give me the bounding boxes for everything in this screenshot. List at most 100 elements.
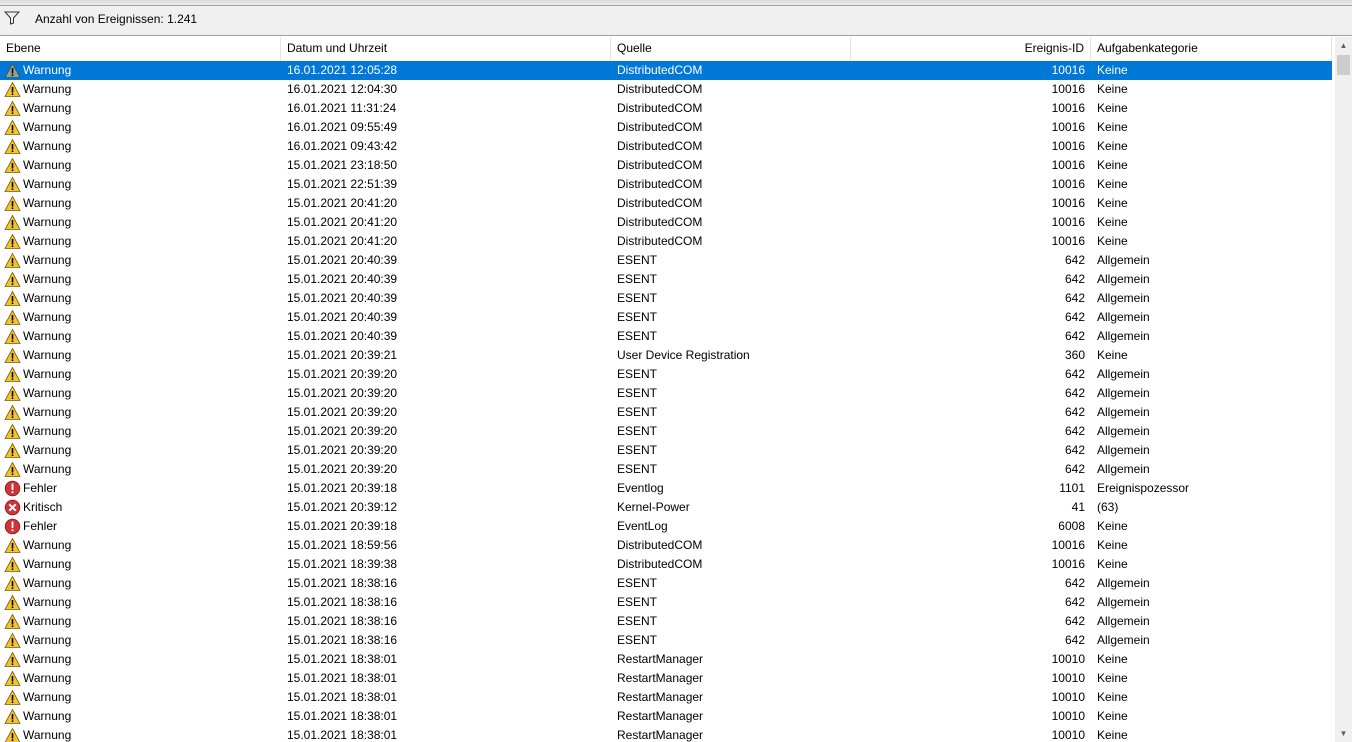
table-row[interactable]: Warnung 15.01.2021 20:39:20 ESENT 642 Allgem… [0,403,1332,422]
event-id-cell: 10016 [1051,63,1085,77]
datetime-cell: 15.01.2021 20:41:20 [287,196,398,210]
table-row[interactable]: Warnung 15.01.2021 18:38:01 RestartManager… [0,650,1332,669]
warning-icon [4,328,21,345]
source-cell: ESENT [617,614,658,628]
column-header-datetime[interactable]: Datum und Uhrzeit [281,37,611,60]
source-cell: ESENT [617,329,658,343]
category-cell: Keine [1097,196,1128,210]
category-cell: Allgemein [1097,576,1150,590]
table-row[interactable]: Warnung 15.01.2021 18:38:16 ESENT 642 Allgem… [0,574,1332,593]
table-row[interactable]: Warnung 15.01.2021 20:40:39 ESENT 642 Allgem… [0,327,1332,346]
level-cell: Warnung [23,709,72,723]
table-row[interactable]: Warnung 15.01.2021 20:39:20 ESENT 642 Allgem… [0,422,1332,441]
source-cell: Kernel-Power [617,500,690,514]
table-row[interactable]: Warnung 16.01.2021 12:04:30 DistributedCOM… [0,80,1332,99]
table-row[interactable]: Warnung 15.01.2021 18:38:01 RestartManager… [0,707,1332,726]
table-row[interactable]: Warnung 15.01.2021 22:51:39 DistributedCOM… [0,175,1332,194]
table-row[interactable]: Kritisch 15.01.2021 20:39:12 Kernel-Power 4… [0,498,1332,517]
table-row[interactable]: Warnung 15.01.2021 20:41:20 DistributedCOM… [0,232,1332,251]
event-id-cell: 10010 [1051,671,1085,685]
event-rows: Warnung 16.01.2021 12:05:28 DistributedCOM… [0,61,1332,742]
warning-icon [4,727,21,742]
category-cell: Allgemein [1097,595,1150,609]
event-id-cell: 1101 [1059,481,1085,495]
table-row[interactable]: Warnung 15.01.2021 18:38:01 RestartManager… [0,726,1332,742]
datetime-cell: 15.01.2021 20:39:20 [287,424,398,438]
event-id-cell: 41 [1071,500,1085,514]
table-row[interactable]: Warnung 16.01.2021 09:43:42 DistributedCOM… [0,137,1332,156]
source-cell: RestartManager [617,652,704,666]
source-cell: RestartManager [617,690,704,704]
table-row[interactable]: Warnung 15.01.2021 18:39:38 DistributedCOM… [0,555,1332,574]
scroll-up-arrow-icon[interactable]: ▲ [1335,37,1352,54]
table-row[interactable]: Warnung 15.01.2021 20:39:20 ESENT 642 Allgem… [0,460,1332,479]
datetime-cell: 15.01.2021 18:38:01 [287,652,398,666]
category-cell: Keine [1097,82,1128,96]
table-row[interactable]: Warnung 15.01.2021 20:41:20 DistributedCOM… [0,194,1332,213]
event-id-cell: 10016 [1051,177,1085,191]
table-row[interactable]: Warnung 15.01.2021 20:41:20 DistributedCOM… [0,213,1332,232]
table-row[interactable]: Warnung 16.01.2021 09:55:49 DistributedCOM… [0,118,1332,137]
column-header-source[interactable]: Quelle [611,37,851,60]
table-row[interactable]: Warnung 15.01.2021 20:40:39 ESENT 642 Allgem… [0,289,1332,308]
level-cell: Warnung [23,386,72,400]
level-cell: Warnung [23,215,72,229]
column-header-level[interactable]: Ebene [0,37,281,60]
event-id-cell: 10016 [1051,120,1085,134]
table-row[interactable]: Warnung 15.01.2021 20:40:39 ESENT 642 Allgem… [0,270,1332,289]
warning-icon [4,233,21,250]
datetime-cell: 15.01.2021 20:39:20 [287,367,398,381]
scroll-thumb[interactable] [1337,55,1350,75]
level-cell: Warnung [23,82,72,96]
datetime-cell: 15.01.2021 18:39:38 [287,557,398,571]
event-id-cell: 10016 [1051,215,1085,229]
vertical-scrollbar[interactable]: ▲ ▼ [1335,37,1352,742]
level-cell: Warnung [23,671,72,685]
level-cell: Warnung [23,652,72,666]
column-header-event-id[interactable]: Ereignis-ID [851,37,1091,60]
table-row[interactable]: Warnung 15.01.2021 20:39:21 User Device Re… [0,346,1332,365]
table-row[interactable]: Warnung 15.01.2021 23:18:50 DistributedCOM… [0,156,1332,175]
table-row[interactable]: Fehler 15.01.2021 20:39:18 Eventlog 1101 Ere… [0,479,1332,498]
table-row[interactable]: Warnung 16.01.2021 11:31:24 DistributedCOM… [0,99,1332,118]
source-cell: RestartManager [617,728,704,742]
table-row[interactable]: Warnung 15.01.2021 18:38:16 ESENT 642 Allgem… [0,612,1332,631]
event-id-cell: 642 [1064,443,1085,457]
category-cell: Keine [1097,158,1128,172]
category-cell: Allgemein [1097,443,1150,457]
table-row[interactable]: Warnung 16.01.2021 12:05:28 DistributedCOM… [0,61,1332,80]
column-header-category[interactable]: Aufgabenkategorie [1091,37,1332,60]
table-row[interactable]: Fehler 15.01.2021 20:39:18 EventLog 6008 Kei… [0,517,1332,536]
category-cell: Keine [1097,120,1128,134]
warning-icon [4,537,21,554]
table-row[interactable]: Warnung 15.01.2021 20:40:39 ESENT 642 Allgem… [0,308,1332,327]
category-cell: Keine [1097,557,1128,571]
table-row[interactable]: Warnung 15.01.2021 18:59:56 DistributedCOM… [0,536,1332,555]
category-cell: Allgemein [1097,329,1150,343]
datetime-cell: 16.01.2021 09:55:49 [287,120,398,134]
table-row[interactable]: Warnung 15.01.2021 18:38:01 RestartManager… [0,688,1332,707]
warning-icon [4,138,21,155]
table-row[interactable]: Warnung 15.01.2021 18:38:16 ESENT 642 Allgem… [0,631,1332,650]
scroll-down-arrow-icon[interactable]: ▼ [1335,725,1352,742]
filter-icon[interactable] [3,11,21,25]
datetime-cell: 15.01.2021 18:38:16 [287,633,398,647]
table-row[interactable]: Warnung 15.01.2021 20:39:20 ESENT 642 Allgem… [0,441,1332,460]
category-cell: Keine [1097,728,1128,742]
event-id-cell: 642 [1064,310,1085,324]
table-row[interactable]: Warnung 15.01.2021 18:38:16 ESENT 642 Allgem… [0,593,1332,612]
error-icon [4,518,21,535]
table-row[interactable]: Warnung 15.01.2021 20:39:20 ESENT 642 Allgem… [0,384,1332,403]
level-cell: Warnung [23,728,72,742]
table-row[interactable]: Warnung 15.01.2021 20:39:20 ESENT 642 Allgem… [0,365,1332,384]
event-id-cell: 6008 [1058,519,1085,533]
source-cell: RestartManager [617,709,704,723]
table-row[interactable]: Warnung 15.01.2021 20:40:39 ESENT 642 Allgem… [0,251,1332,270]
event-id-cell: 642 [1064,253,1085,267]
level-cell: Warnung [23,329,72,343]
category-cell: Allgemein [1097,614,1150,628]
event-id-cell: 10016 [1051,101,1085,115]
event-id-cell: 642 [1064,595,1085,609]
source-cell: Eventlog [617,481,664,495]
table-row[interactable]: Warnung 15.01.2021 18:38:01 RestartManager… [0,669,1332,688]
